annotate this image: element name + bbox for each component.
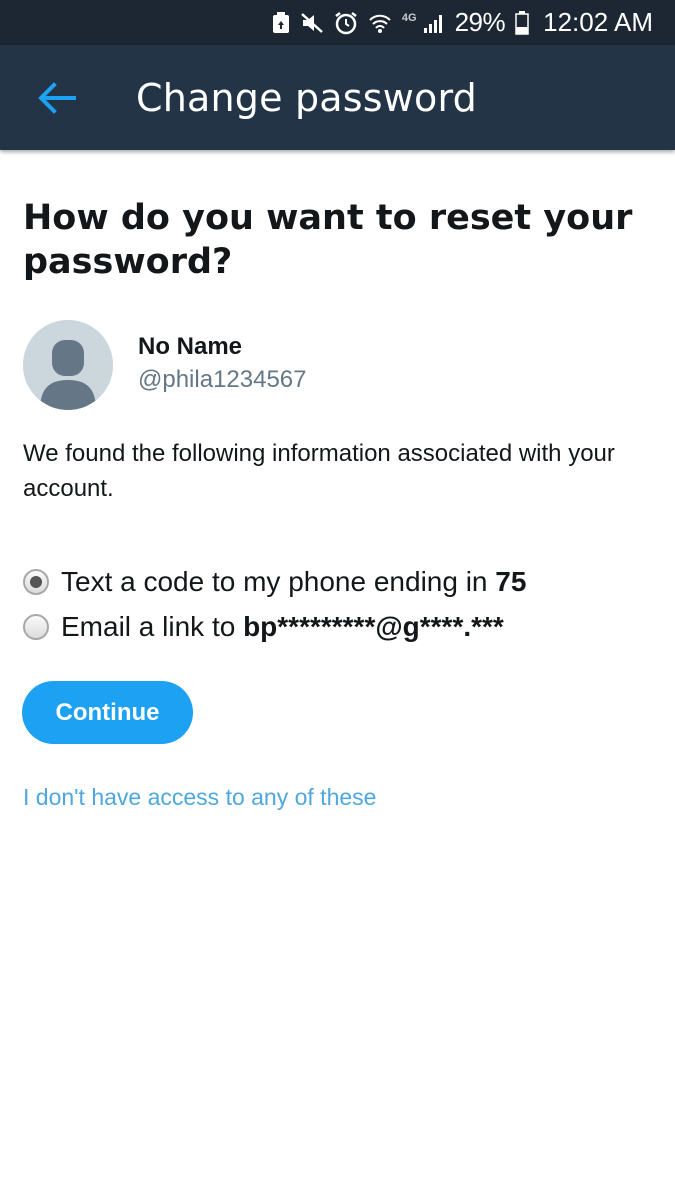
status-bar: 4G 29% 12:02 AM bbox=[0, 0, 675, 45]
masked-email: bp*********@g****.*** bbox=[243, 611, 504, 642]
option-email-link-label[interactable]: Email a link to bp*********@g****.*** bbox=[61, 611, 504, 643]
radio-email-link[interactable] bbox=[23, 614, 49, 640]
default-avatar-icon bbox=[23, 320, 113, 410]
avatar bbox=[23, 320, 113, 410]
option-email-link-prefix: Email a link to bbox=[61, 611, 244, 642]
arrow-left-icon bbox=[38, 82, 76, 114]
radio-selected-dot bbox=[30, 576, 42, 588]
no-access-link[interactable]: I don't have access to any of these bbox=[23, 784, 376, 811]
signal-icon bbox=[423, 0, 445, 45]
battery-saver-icon bbox=[272, 0, 290, 45]
phone-ending: 75 bbox=[495, 566, 527, 597]
back-button[interactable] bbox=[30, 77, 82, 119]
app-bar: Change password bbox=[0, 45, 675, 150]
continue-button[interactable]: Continue bbox=[22, 681, 193, 744]
wifi-icon bbox=[368, 0, 392, 45]
display-name: No Name bbox=[138, 333, 243, 360]
battery-percent: 29% bbox=[454, 7, 506, 37]
network-type: 4G bbox=[401, 11, 417, 24]
option-text-code-prefix: Text a code to my phone ending in bbox=[61, 566, 496, 597]
option-text-code-label[interactable]: Text a code to my phone ending in 75 bbox=[61, 566, 526, 598]
battery-icon bbox=[515, 0, 529, 45]
clock-time: 12:02 AM bbox=[543, 7, 653, 37]
reset-heading: How do you want to reset your password? bbox=[23, 198, 633, 282]
radio-text-code[interactable] bbox=[23, 569, 49, 595]
option-email-link[interactable]: Email a link to bp*********@g****.*** bbox=[23, 607, 504, 647]
username: @phila1234567 bbox=[138, 366, 307, 393]
info-text: We found the following information assoc… bbox=[23, 440, 615, 502]
option-text-code[interactable]: Text a code to my phone ending in 75 bbox=[23, 562, 526, 602]
page-title: Change password bbox=[136, 76, 477, 120]
alarm-icon bbox=[334, 0, 358, 45]
mute-icon bbox=[300, 0, 324, 45]
